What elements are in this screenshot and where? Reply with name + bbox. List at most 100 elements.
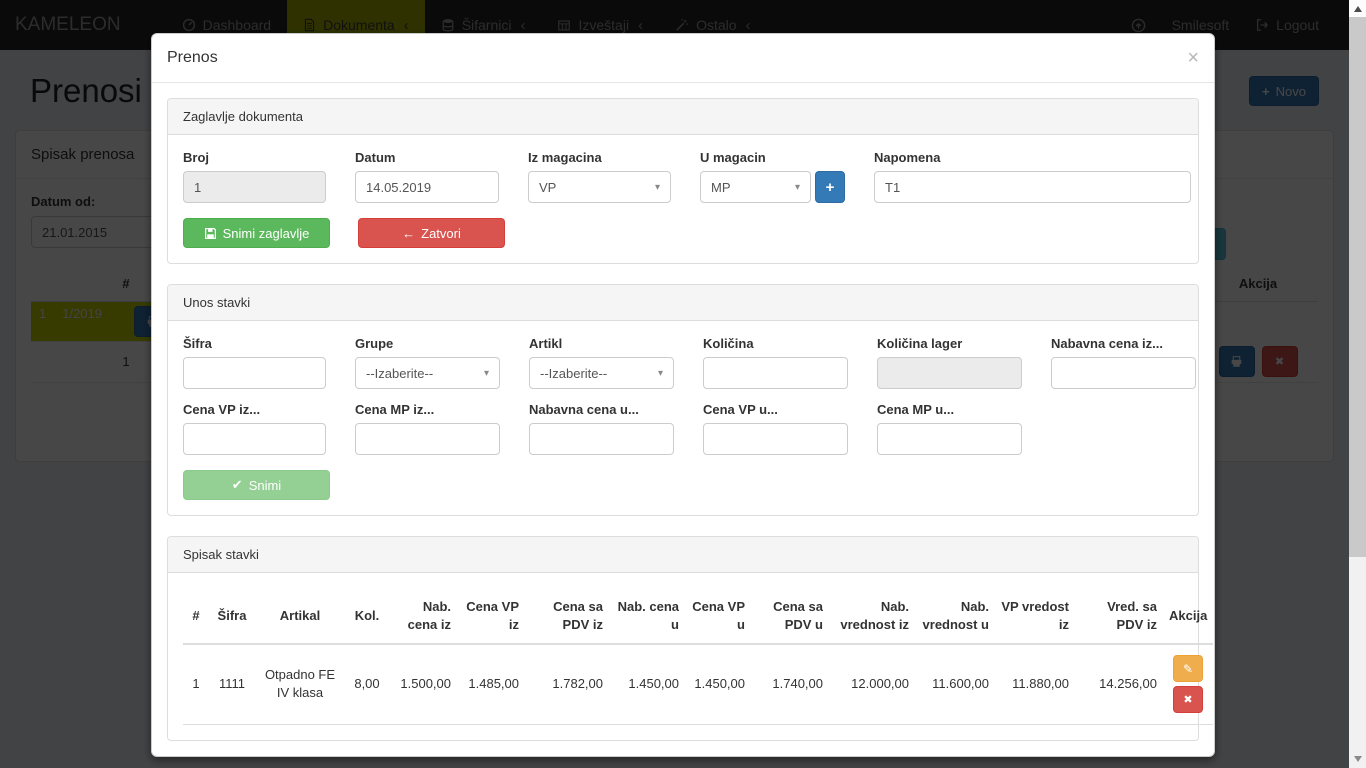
field-label-artikl: Artikl (529, 336, 674, 351)
field-label-u-magacin: U magacin (700, 150, 845, 165)
input-cena-mp-iz[interactable] (355, 423, 500, 455)
input-datum[interactable] (355, 171, 499, 203)
item-cell: 1.450,00 (609, 644, 685, 724)
item-cell: Otpadno FE IV klasa (255, 644, 345, 724)
chevron-down-icon: ▾ (795, 182, 800, 193)
field-grupe: Grupe --Izaberite-- ▾ (355, 336, 500, 389)
input-cena-vp-u[interactable] (703, 423, 848, 455)
items-column-header: Cena VP u (685, 588, 751, 644)
field-label-iz-magacina: Iz magacina (528, 150, 671, 165)
field-with-addon: MP ▾ + (700, 171, 845, 203)
field-napomena: Napomena (874, 150, 1191, 203)
item-row: 11111Otpadno FE IV klasa8,001.500,001.48… (183, 644, 1213, 724)
modal-title: Prenos (167, 49, 218, 67)
pencil-icon: ✎ (1183, 662, 1193, 676)
item-cell: 1111 (209, 644, 255, 724)
select-value: --Izaberite-- (366, 366, 433, 381)
field-broj: Broj (183, 150, 326, 203)
field-label-nabavna-cena-iz: Nabavna cena iz... (1051, 336, 1196, 351)
items-column-header: Nab. cena u (609, 588, 685, 644)
close-modal-label: Zatvori (421, 226, 461, 241)
item-cell: 11.880,00 (995, 644, 1075, 724)
input-cena-vp-iz[interactable] (183, 423, 326, 455)
select-value: MP (711, 180, 731, 195)
items-column-header: Nab. cena iz (389, 588, 457, 644)
select-u-magacin[interactable]: MP ▾ (700, 171, 811, 203)
item-cell: 12.000,00 (829, 644, 915, 724)
items-column-header: # (183, 588, 209, 644)
items-column-header: Artikal (255, 588, 345, 644)
item-cell: 11.600,00 (915, 644, 995, 724)
field-label-cena-vp-u: Cena VP u... (703, 402, 848, 417)
field-nabavna-cena-u: Nabavna cena u... (529, 402, 674, 455)
edit-item-button[interactable]: ✎ (1173, 655, 1203, 682)
field-cena-mp-iz: Cena MP iz... (355, 402, 500, 455)
field-cena-mp-u: Cena MP u... (877, 402, 1022, 455)
input-cena-mp-u[interactable] (877, 423, 1022, 455)
add-magacin-button[interactable]: + (815, 171, 845, 203)
modal-header: Prenos × (152, 34, 1214, 83)
item-cell: 1 (183, 644, 209, 724)
field-u-magacin: U magacin MP ▾ + (700, 150, 845, 203)
input-napomena[interactable] (874, 171, 1191, 203)
chevron-down-icon[interactable] (1354, 756, 1362, 762)
items-panel: Spisak stavki #ŠifraArtikalKol.Nab. cena… (167, 536, 1199, 741)
prenos-modal: Prenos × Zaglavlje dokumenta BrojDatumIz… (151, 33, 1215, 757)
field-datum: Datum (355, 150, 499, 203)
field-label-datum: Datum (355, 150, 499, 165)
field-label-sifra: Šifra (183, 336, 326, 351)
select-value: VP (539, 180, 556, 195)
field-label-grupe: Grupe (355, 336, 500, 351)
input-sifra[interactable] (183, 357, 326, 389)
input-kolicina[interactable] (703, 357, 848, 389)
field-iz-magacina: Iz magacina VP ▾ (528, 150, 671, 203)
field-kolicina-lager: Količina lager (877, 336, 1022, 389)
input-nabavna-cena-iz[interactable] (1051, 357, 1196, 389)
select-iz-magacina[interactable]: VP ▾ (528, 171, 671, 203)
select-artikl[interactable]: --Izaberite-- ▾ (529, 357, 674, 389)
item-cell: 1.740,00 (751, 644, 829, 724)
close-icon[interactable]: × (1187, 48, 1199, 68)
chevron-down-icon: ▾ (658, 368, 663, 379)
input-broj[interactable] (183, 171, 326, 203)
items-table: #ŠifraArtikalKol.Nab. cena izCena VP iz C… (183, 588, 1213, 725)
field-label-cena-vp-iz: Cena VP iz... (183, 402, 326, 417)
item-cell: 14.256,00 (1075, 644, 1163, 724)
save-header-label: Snimi zaglavlje (223, 226, 310, 241)
scrollbar-thumb[interactable] (1349, 17, 1366, 557)
field-kolicina: Količina (703, 336, 848, 389)
chevron-down-icon: ▾ (655, 182, 660, 193)
items-column-header: Nab. vrednost iz (829, 588, 915, 644)
entry-panel: Unos stavki ŠifraGrupe--Izaberite--▾Arti… (167, 284, 1199, 516)
items-column-header: VP vredost iz (995, 588, 1075, 644)
scroll-up-button[interactable] (1349, 0, 1366, 17)
close-modal-button[interactable]: ← Zatvori (358, 218, 505, 248)
save-item-button[interactable]: ✔ Snimi (183, 470, 330, 500)
input-nabavna-cena-u[interactable] (529, 423, 674, 455)
field-artikl: Artikl --Izaberite-- ▾ (529, 336, 674, 389)
items-column-header: Cena sa PDV u (751, 588, 829, 644)
browser-scrollbar[interactable] (1349, 0, 1366, 768)
items-column-header: Šifra (209, 588, 255, 644)
field-label-cena-mp-iz: Cena MP iz... (355, 402, 500, 417)
item-cell: 1.782,00 (525, 644, 609, 724)
header-fields-row: BrojDatumIz magacinaVP▾U magacinMP▾+Napo… (183, 150, 1183, 203)
delete-item-button[interactable]: ✖ (1173, 686, 1203, 713)
field-label-kolicina-lager: Količina lager (877, 336, 1022, 351)
select-value: --Izaberite-- (540, 366, 607, 381)
modal-body: Zaglavlje dokumenta BrojDatumIz magacina… (152, 83, 1214, 756)
save-icon (204, 227, 217, 240)
save-header-button[interactable]: Snimi zaglavlje (183, 218, 330, 248)
items-column-header: Kol. (345, 588, 389, 644)
items-column-header: Akcija (1163, 588, 1213, 644)
chevron-down-icon: ▾ (484, 368, 489, 379)
input-kolicina-lager[interactable] (877, 357, 1022, 389)
chevron-up-icon (1354, 6, 1362, 12)
items-column-header: Cena VP iz (457, 588, 525, 644)
items-column-header: Nab. vrednost u (915, 588, 995, 644)
check-icon: ✔ (232, 477, 243, 493)
item-cell: 1.500,00 (389, 644, 457, 724)
item-cell: 1.485,00 (457, 644, 525, 724)
entry-fields-row-1: Šifra Grupe --Izaberite-- ▾ Artikl --Izaberit… (183, 336, 1183, 389)
select-grupe[interactable]: --Izaberite-- ▾ (355, 357, 500, 389)
